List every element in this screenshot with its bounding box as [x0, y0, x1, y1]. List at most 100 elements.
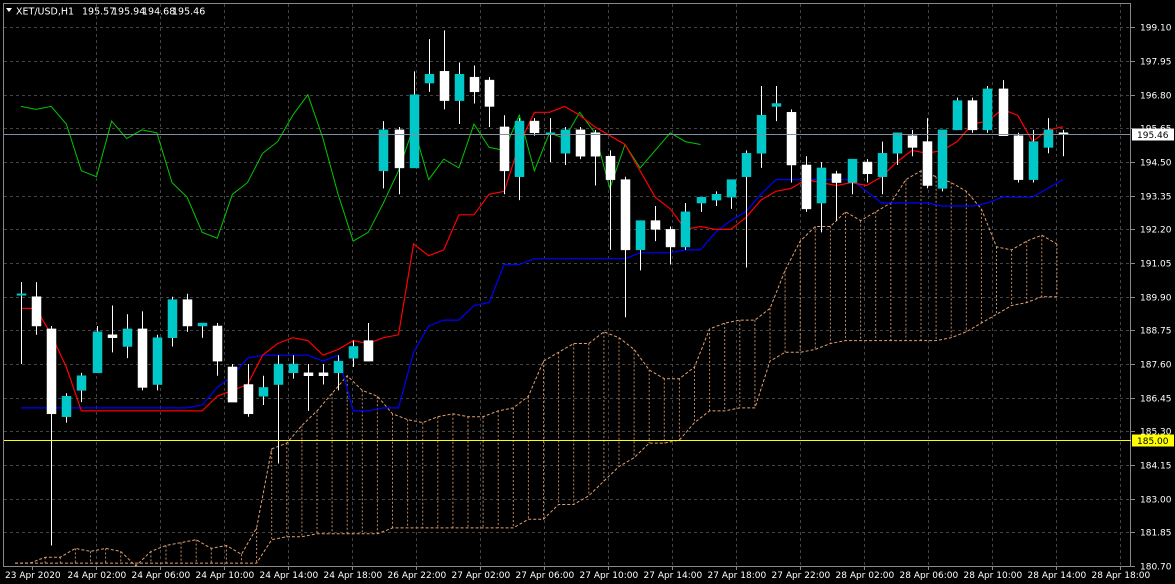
candle-body-bear [575, 129, 586, 157]
candle-body-bull [741, 153, 752, 177]
candle-body-bear [786, 112, 797, 166]
candle-body-bull [1028, 141, 1039, 180]
candle-body-bear [394, 129, 405, 169]
candle-body-bull [982, 88, 993, 131]
y-tick-label: 195.65 [1140, 125, 1172, 135]
candle-body-bear [590, 132, 601, 157]
candle-body-bear [801, 164, 812, 210]
candle-body-bear [469, 76, 480, 93]
candle-body-bear [484, 79, 495, 107]
candle-body-bear [499, 126, 510, 172]
candle-body-bear [243, 384, 254, 415]
y-tick-label: 194.50 [1140, 159, 1172, 169]
candle-body-bull [122, 328, 133, 347]
candle-body-bull [61, 395, 72, 417]
candle-body-bull [273, 363, 284, 385]
y-tick-label: 186.45 [1140, 395, 1172, 405]
candle-body-bull [348, 346, 359, 359]
plot-frame [3, 3, 1131, 567]
candle-body-bull [514, 120, 525, 177]
candle-body-bear [439, 71, 450, 101]
candle-body-bull [711, 194, 722, 201]
candle-body-bull [409, 94, 420, 169]
x-tick-label: 27 Apr 14:00 [644, 571, 703, 581]
level-price-tag-text: 185.00 [1137, 437, 1169, 447]
candle-body-bull [92, 331, 103, 374]
y-tick-label: 192.20 [1140, 226, 1172, 236]
candle-body-bear [137, 328, 148, 388]
candle-body-bull [952, 100, 963, 131]
candle-body-bear [303, 372, 314, 376]
candle-body-bull [333, 360, 344, 374]
candle-body-bull [454, 74, 465, 101]
candle-body-bull [877, 153, 888, 177]
x-tick-label: 27 Apr 06:00 [516, 571, 575, 581]
candle-body-bull [847, 158, 858, 183]
chart-header: XET/USD,H1 195.57 195.94 194.68 195.46 [6, 7, 205, 18]
candle-body-bull [378, 129, 389, 172]
candle-body-bull [424, 74, 435, 84]
x-tick-label: 24 Apr 18:00 [324, 571, 383, 581]
candle-body-bull [696, 196, 707, 204]
candle-body-bear [1013, 135, 1024, 180]
y-tick-label: 188.75 [1140, 327, 1172, 337]
candle-body-bull [167, 299, 178, 338]
x-tick-label: 23 Apr 2020 [5, 571, 61, 581]
candle-body-bull [16, 293, 27, 296]
y-tick-label: 184.15 [1140, 462, 1172, 472]
candle-body-bear [831, 173, 842, 183]
candle-body-bull [635, 220, 646, 251]
candle-body-bear [363, 340, 374, 362]
header-open: 195.57 [82, 7, 115, 18]
candle-body-bull [816, 167, 827, 204]
candle-body-bull [76, 375, 87, 391]
time-axis: 23 Apr 2020 24 Apr 02:00 24 Apr 06:00 24 Ap… [5, 566, 1150, 581]
candle-body-bear [318, 372, 329, 376]
y-tick-label: 183.00 [1140, 496, 1172, 506]
y-tick-label: 199.10 [1140, 24, 1172, 34]
x-tick-label: 27 Apr 22:00 [772, 571, 831, 581]
x-tick-label: 28 Apr 10:00 [964, 571, 1023, 581]
candle-body-bear [46, 328, 57, 415]
candle-body-bear [620, 179, 631, 251]
candle-body-bear [998, 88, 1009, 136]
candle-body-bear [967, 100, 978, 131]
x-tick-label: 27 Apr 10:00 [580, 571, 639, 581]
x-tick-label: 28 Apr 06:00 [900, 571, 959, 581]
x-tick-label: 26 Apr 22:00 [388, 571, 447, 581]
candle-body-bull [258, 387, 269, 397]
candle-body-bull [680, 211, 691, 248]
candle-body-bull [937, 129, 948, 189]
price-axis: 199.10 197.95 196.80 195.65 194.50 193.35 192.… [1131, 24, 1172, 573]
y-tick-label: 196.80 [1140, 92, 1172, 102]
y-tick-label: 187.60 [1140, 361, 1172, 371]
candle-body-bear [529, 120, 540, 134]
y-tick-label: 193.35 [1140, 193, 1172, 203]
x-tick-label: 24 Apr 14:00 [260, 571, 319, 581]
price-chart[interactable]: 195.46 185.00 199.10 197.95 196.80 195.65 194… [0, 0, 1175, 584]
header-high: 195.94 [112, 7, 145, 18]
header-symbol: XET/USD,H1 [16, 7, 74, 18]
candle-body-bear [107, 334, 118, 338]
candle-body-bear [182, 299, 193, 327]
x-tick-label: 24 Apr 02:00 [68, 571, 127, 581]
x-tick-label: 28 Apr 14:00 [1028, 571, 1087, 581]
candle-body-bear [650, 220, 661, 230]
candle-body-bull [197, 322, 208, 327]
candle-body-bull [560, 129, 571, 154]
candle-body-bull [1043, 129, 1054, 148]
candle-body-bear [212, 325, 223, 362]
x-tick-label: 27 Apr 02:00 [452, 571, 511, 581]
candle-body-bear [31, 296, 42, 327]
y-tick-label: 197.95 [1140, 58, 1172, 68]
candle-body-bear [665, 229, 676, 248]
candle-body-bull [288, 363, 299, 374]
y-tick-label: 191.05 [1140, 260, 1172, 270]
candle-body-bear [227, 366, 238, 403]
header-close: 195.46 [172, 7, 205, 18]
x-tick-label: 28 Apr 02:00 [836, 571, 895, 581]
y-tick-label: 189.90 [1140, 294, 1172, 304]
candle-body-bear [907, 135, 918, 148]
candle-body-bull [726, 179, 737, 198]
y-tick-label: 185.30 [1140, 428, 1172, 438]
